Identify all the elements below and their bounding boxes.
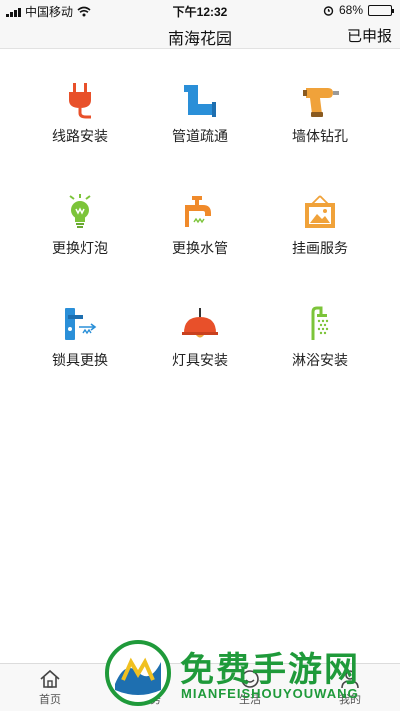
ceiling-lamp-icon — [180, 304, 220, 344]
life-icon — [241, 670, 259, 688]
battery-percent: 68% — [338, 3, 363, 17]
page-title: 南海花园 — [167, 31, 232, 48]
service-label: 墙体钻孔 — [292, 128, 348, 144]
tab-service[interactable]: 服务 — [100, 664, 200, 711]
plug-icon — [60, 80, 100, 120]
service-waterpipe-replace[interactable]: 更换水管 — [140, 192, 260, 258]
declared-button[interactable]: 已申报 — [347, 25, 392, 46]
service-label: 更换水管 — [172, 240, 228, 256]
service-label: 线路安装 — [52, 128, 108, 144]
service-lock-replace[interactable]: 锁具更换 — [20, 304, 140, 370]
service-pipe-unclog[interactable]: 管道疏通 — [140, 80, 260, 146]
user-icon — [341, 670, 359, 689]
service-icon — [141, 670, 159, 688]
service-label: 管道疏通 — [172, 128, 228, 144]
drill-icon — [300, 80, 340, 120]
shower-icon — [300, 304, 340, 344]
pipe-icon — [180, 80, 220, 120]
home-icon — [40, 669, 60, 688]
service-label: 灯具安装 — [172, 352, 228, 368]
tab-label: 生活 — [239, 694, 261, 706]
tab-label: 首页 — [39, 694, 61, 706]
service-label: 锁具更换 — [52, 352, 108, 368]
service-grid: 线路安装 管道疏通 墙体钻孔 更换灯泡 更换水管 挂画服务 锁具更换 灯具安装 … — [20, 80, 380, 370]
service-label: 淋浴安装 — [292, 352, 348, 368]
service-label: 挂画服务 — [292, 240, 348, 256]
tab-mine[interactable]: 我的 — [300, 664, 400, 711]
service-lamp-install[interactable]: 灯具安装 — [140, 304, 260, 370]
tab-label: 服务 — [139, 694, 161, 706]
status-right: 68% — [323, 3, 394, 17]
bulb-icon — [60, 192, 100, 232]
tab-label: 我的 — [339, 694, 361, 706]
tab-life[interactable]: 生活 — [200, 664, 300, 711]
service-wall-drilling[interactable]: 墙体钻孔 — [260, 80, 380, 146]
alarm-icon — [323, 5, 334, 16]
service-wiring-install[interactable]: 线路安装 — [20, 80, 140, 146]
status-bar: 中国移动 下午12:32 68% — [0, 0, 400, 20]
picture-icon — [300, 192, 340, 232]
battery-icon — [368, 4, 394, 16]
tab-bar: 首页 服务 生活 我的 — [0, 663, 400, 711]
nav-bar: 南海花园 已申报 — [0, 20, 400, 49]
door-lock-icon — [60, 304, 100, 344]
tab-home[interactable]: 首页 — [0, 664, 100, 711]
faucet-icon — [180, 192, 220, 232]
service-picture-hanging[interactable]: 挂画服务 — [260, 192, 380, 258]
service-label: 更换灯泡 — [52, 240, 108, 256]
service-bulb-replace[interactable]: 更换灯泡 — [20, 192, 140, 258]
service-shower-install[interactable]: 淋浴安装 — [260, 304, 380, 370]
